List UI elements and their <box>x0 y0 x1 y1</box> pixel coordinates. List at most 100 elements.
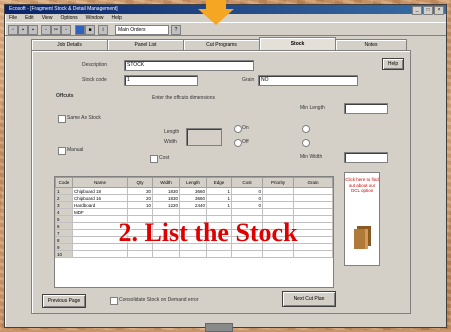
same-as-stock-checkbox[interactable] <box>58 115 66 123</box>
col-code[interactable]: Code <box>55 177 73 188</box>
use-on-radio[interactable] <box>302 125 310 133</box>
table-row[interactable]: 4 MDF <box>55 208 333 216</box>
table-cell[interactable] <box>179 208 207 216</box>
table-cell[interactable] <box>293 201 333 209</box>
table-cell[interactable] <box>152 250 180 258</box>
cut-icon[interactable]: ✂ <box>51 25 61 35</box>
table-cell[interactable] <box>293 250 333 258</box>
col-priority[interactable]: Priority <box>262 177 294 188</box>
menu-edit[interactable]: Edit <box>25 14 34 22</box>
min-length-field[interactable] <box>344 103 388 114</box>
description-field[interactable]: STOCK <box>124 60 254 71</box>
table-cell[interactable]: 0 <box>231 194 263 202</box>
stock-code-field[interactable]: 1 <box>124 75 198 86</box>
table-row[interactable]: 1 Chipboard 18 30 1830 3660 1 0 <box>55 187 333 195</box>
consolidate-checkbox[interactable] <box>110 297 118 305</box>
table-cell[interactable]: 9 <box>55 243 73 251</box>
table-cell[interactable] <box>179 250 207 258</box>
table-cell[interactable] <box>127 250 153 258</box>
table-cell[interactable]: 5 <box>55 215 73 223</box>
table-cell[interactable]: Hardboard <box>72 201 128 209</box>
col-name[interactable]: Name <box>72 177 128 188</box>
table-cell[interactable] <box>231 208 263 216</box>
option-off-radio[interactable] <box>234 139 242 147</box>
info-icon[interactable]: i <box>98 25 108 35</box>
menu-help[interactable]: Help <box>111 14 121 22</box>
table-cell[interactable]: 1 <box>206 201 232 209</box>
table-row[interactable]: 10 <box>55 250 333 258</box>
table-cell[interactable] <box>152 208 180 216</box>
table-cell[interactable] <box>293 208 333 216</box>
table-cell[interactable]: 8 <box>55 236 73 244</box>
previous-page-button[interactable]: Previous Page <box>42 294 86 308</box>
table-cell[interactable]: 0 <box>231 187 263 195</box>
table-cell[interactable]: 20 <box>127 194 153 202</box>
table-cell[interactable]: 3660 <box>179 187 207 195</box>
table-cell[interactable]: 1 <box>206 187 232 195</box>
table-cell[interactable] <box>293 194 333 202</box>
ocl-promo[interactable]: Click here to find out about our OCL opt… <box>344 172 380 266</box>
toolbar-select[interactable]: Main Orders <box>115 25 169 35</box>
menu-view[interactable]: View <box>42 14 53 22</box>
min-width-field[interactable] <box>344 152 388 163</box>
col-cost[interactable]: Cost <box>231 177 263 188</box>
manual-checkbox[interactable] <box>58 147 66 155</box>
next-cut-plan-button[interactable]: Next Cut Plan <box>282 291 336 307</box>
table-cell[interactable]: 7 <box>55 229 73 237</box>
help-icon[interactable]: ? <box>171 25 181 35</box>
table-cell[interactable]: 30 <box>127 187 153 195</box>
table-cell[interactable]: 4 <box>55 208 73 216</box>
menu-window[interactable]: Window <box>86 14 104 22</box>
stop-icon[interactable]: ■ <box>85 25 95 35</box>
table-cell[interactable]: 1 <box>55 187 73 195</box>
table-cell[interactable]: Chipboard 16 <box>72 194 128 202</box>
table-cell[interactable]: 1830 <box>152 194 180 202</box>
table-cell[interactable] <box>206 208 232 216</box>
table-cell[interactable] <box>293 187 333 195</box>
option-on-radio[interactable] <box>234 125 242 133</box>
col-qty[interactable]: Qty <box>127 177 153 188</box>
table-cell[interactable] <box>262 201 294 209</box>
table-cell[interactable]: Chipboard 18 <box>72 187 128 195</box>
col-grain[interactable]: Grain <box>293 177 333 188</box>
table-cell[interactable]: 6 <box>55 222 73 230</box>
table-row[interactable]: 2 Chipboard 16 20 1830 3660 1 0 <box>55 194 333 202</box>
table-cell[interactable] <box>262 208 294 216</box>
table-cell[interactable] <box>262 250 294 258</box>
table-cell[interactable]: 0 <box>231 201 263 209</box>
help-button[interactable]: Help <box>382 58 404 70</box>
table-cell[interactable]: 3660 <box>179 194 207 202</box>
table-cell[interactable]: 3 <box>55 201 73 209</box>
table-cell[interactable]: 2440 <box>179 201 207 209</box>
table-cell[interactable] <box>206 250 232 258</box>
col-length[interactable]: Length <box>179 177 207 188</box>
tab-stock[interactable]: Stock <box>259 37 336 51</box>
table-cell[interactable] <box>231 250 263 258</box>
use-off-radio[interactable] <box>302 139 310 147</box>
table-cell[interactable] <box>72 250 128 258</box>
table-cell[interactable] <box>127 208 153 216</box>
cost-checkbox[interactable] <box>150 155 158 163</box>
table-cell[interactable]: MDF <box>72 208 128 216</box>
table-row[interactable]: 3 Hardboard 10 1220 2440 1 0 <box>55 201 333 209</box>
open-icon[interactable]: ▪ <box>18 25 28 35</box>
calc-icon[interactable] <box>75 25 85 35</box>
grain-field[interactable]: NO <box>258 75 358 86</box>
table-cell[interactable]: 1220 <box>152 201 180 209</box>
copy-icon[interactable]: ▫ <box>61 25 71 35</box>
col-edge[interactable]: Edge <box>206 177 232 188</box>
table-cell[interactable]: 2 <box>55 194 73 202</box>
table-cell[interactable] <box>262 187 294 195</box>
offcut-size-field[interactable] <box>186 128 222 146</box>
print-icon[interactable]: ▫ <box>41 25 51 35</box>
menu-options[interactable]: Options <box>60 14 77 22</box>
col-width[interactable]: Width <box>152 177 180 188</box>
new-icon[interactable]: ▫ <box>8 25 18 35</box>
table-cell[interactable] <box>262 194 294 202</box>
save-icon[interactable]: ▪ <box>28 25 38 35</box>
table-cell[interactable]: 1 <box>206 194 232 202</box>
table-cell[interactable]: 1830 <box>152 187 180 195</box>
menu-file[interactable]: File <box>9 14 17 22</box>
table-cell[interactable]: 10 <box>55 250 73 258</box>
table-cell[interactable]: 10 <box>127 201 153 209</box>
